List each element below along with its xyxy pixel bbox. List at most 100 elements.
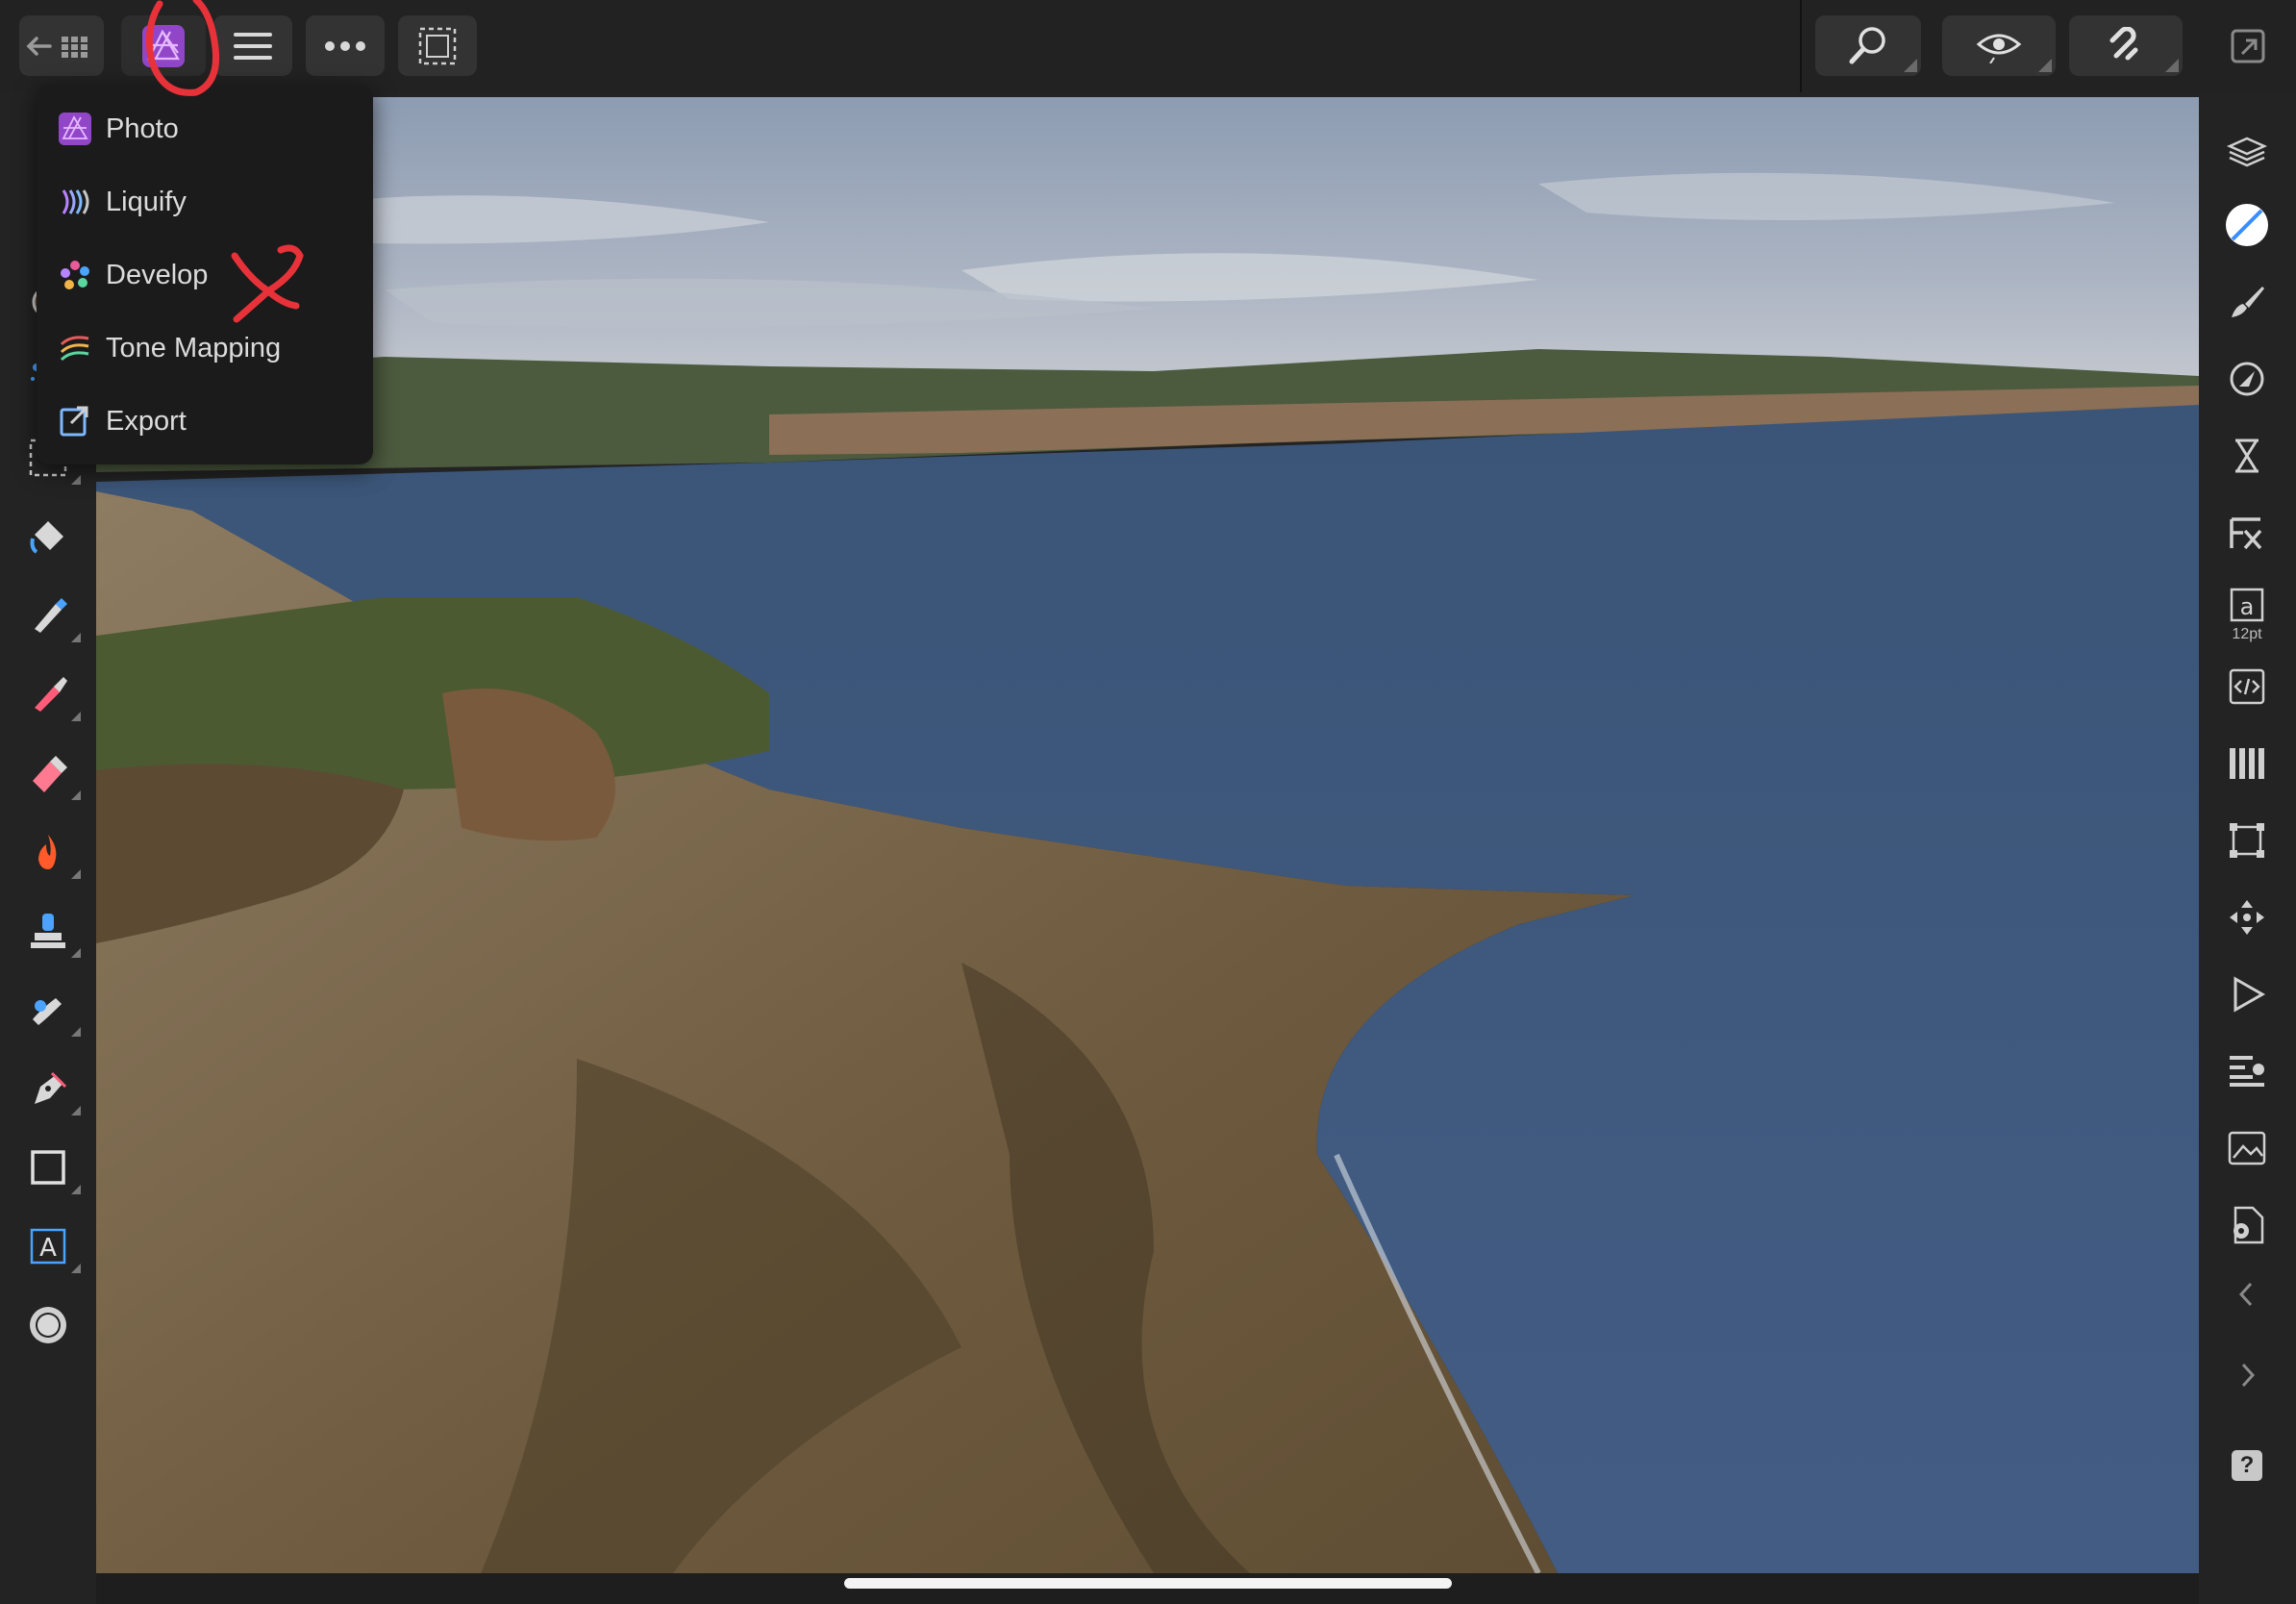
develop-persona-icon [58,258,92,292]
studio-brushes[interactable] [2220,275,2274,329]
studio-navigator[interactable] [2220,890,2274,944]
persona-item-label: Tone Mapping [106,332,282,363]
studio-macro[interactable] [2220,967,2274,1021]
studio-colour[interactable] [2220,198,2274,252]
eye-icon [1976,34,2022,63]
move-arrows-icon [2230,900,2264,935]
tool-text[interactable]: A [21,1219,81,1273]
studio-panel: a 12pt ? [2199,92,2296,1604]
fx-icon [2230,517,2262,550]
hourglass-icon [2235,439,2259,473]
studio-fx[interactable] [2220,506,2274,560]
rectangle-shape-icon [31,1150,65,1185]
library-icon [2230,1056,2264,1087]
chevron-right-icon [2241,1363,2256,1388]
persona-item-export[interactable]: Export [58,392,365,450]
arrow-left-grid-icon [26,36,87,58]
dropdown-corner [71,1027,81,1037]
marquee-icon [418,27,457,64]
liquify-persona-icon [58,185,92,219]
persona-item-develop[interactable]: Develop [58,246,365,304]
magnifier-icon [1849,26,1885,63]
tool-clone[interactable] [21,904,81,958]
studio-transform[interactable] [2220,814,2274,867]
home-indicator [844,1578,1452,1589]
snapping-button[interactable] [2069,15,2183,76]
tone-mapping-persona-icon [58,331,92,365]
coastal-photo [96,97,2199,1573]
persona-item-label: Photo [106,113,179,144]
persona-item-label: Liquify [106,186,187,217]
pen-tool-icon [35,1071,67,1104]
persona-menu: Photo Liquify Develop Tone Mapping Expor… [37,85,373,464]
tool-eraser[interactable] [21,746,81,800]
studio-channels[interactable] [2220,737,2274,790]
flame-icon [38,835,57,869]
adjustments-icon [2230,362,2264,396]
persona-item-photo[interactable]: Photo [58,100,365,158]
studio-history[interactable] [2220,429,2274,483]
tool-pen[interactable] [21,1062,81,1115]
dropdown-corner [2038,59,2052,72]
fullscreen-button[interactable] [2229,27,2269,67]
studio-transform-code[interactable] [2220,660,2274,714]
dropdown-corner [71,712,81,721]
dropdown-corner [71,633,81,642]
selection-button[interactable] [398,15,477,76]
persona-button[interactable] [121,15,206,76]
code-icon [2229,668,2265,705]
tool-retouch[interactable] [21,983,81,1037]
paint-brush-icon [35,677,67,712]
photo-persona-icon [58,112,92,146]
eraser-icon [33,756,67,792]
tool-colour-swatch[interactable] [21,1298,75,1352]
export-persona-icon [58,404,92,439]
dropdown-corner [71,790,81,800]
tool-rectangle-shape[interactable] [21,1140,81,1194]
persona-item-tone-mapping[interactable]: Tone Mapping [58,319,365,377]
studio-library[interactable] [2220,1044,2274,1098]
studio-collapse-left[interactable] [2220,1273,2274,1316]
studio-stock[interactable] [2220,1121,2274,1175]
tool-selection-brush[interactable] [21,589,81,642]
colour-icon [2226,204,2268,246]
svg-text:A: A [39,1234,57,1263]
text-styles-icon: a [2230,588,2264,622]
dropdown-corner [71,1106,81,1115]
persona-item-liquify[interactable]: Liquify [58,173,365,231]
play-icon [2234,976,2266,1013]
clone-stamp-icon [31,914,65,948]
brush-icon [2232,287,2264,317]
studio-document-settings[interactable] [2220,1198,2274,1252]
retouch-brush-icon [33,998,62,1025]
dropdown-corner [2165,59,2179,72]
font-size-label: 12pt [2232,626,2262,642]
dropdown-corner [1904,59,1917,72]
view-button[interactable] [1942,15,2056,76]
studio-adjustments[interactable] [2220,352,2274,406]
studio-layers[interactable] [2220,125,2274,179]
back-button[interactable] [19,15,104,76]
channels-icon [2230,748,2264,779]
menu-button[interactable] [213,15,292,76]
transform-icon [2230,823,2264,858]
tool-paint-brush[interactable] [21,667,81,721]
tool-burn[interactable] [21,825,81,879]
affinity-photo-logo-icon [142,24,185,67]
more-button[interactable] [306,15,385,76]
help-button[interactable]: ? [2220,1439,2274,1492]
text-tool-icon: A [30,1228,66,1265]
zoom-button[interactable] [1815,15,1921,76]
studio-text-styles[interactable]: a 12pt [2220,581,2274,648]
studio-expand-right[interactable] [2220,1354,2274,1396]
tool-flood-fill[interactable] [21,510,75,564]
selection-brush-icon [35,598,67,633]
dropdown-corner [71,948,81,958]
help-icon: ? [2232,1450,2262,1481]
expand-icon [2231,29,2265,63]
photo-canvas[interactable] [96,97,2199,1573]
persona-item-label: Export [106,405,187,437]
more-dots-icon [325,40,365,51]
top-toolbar [0,0,2296,92]
document-gear-icon [2234,1206,2264,1244]
